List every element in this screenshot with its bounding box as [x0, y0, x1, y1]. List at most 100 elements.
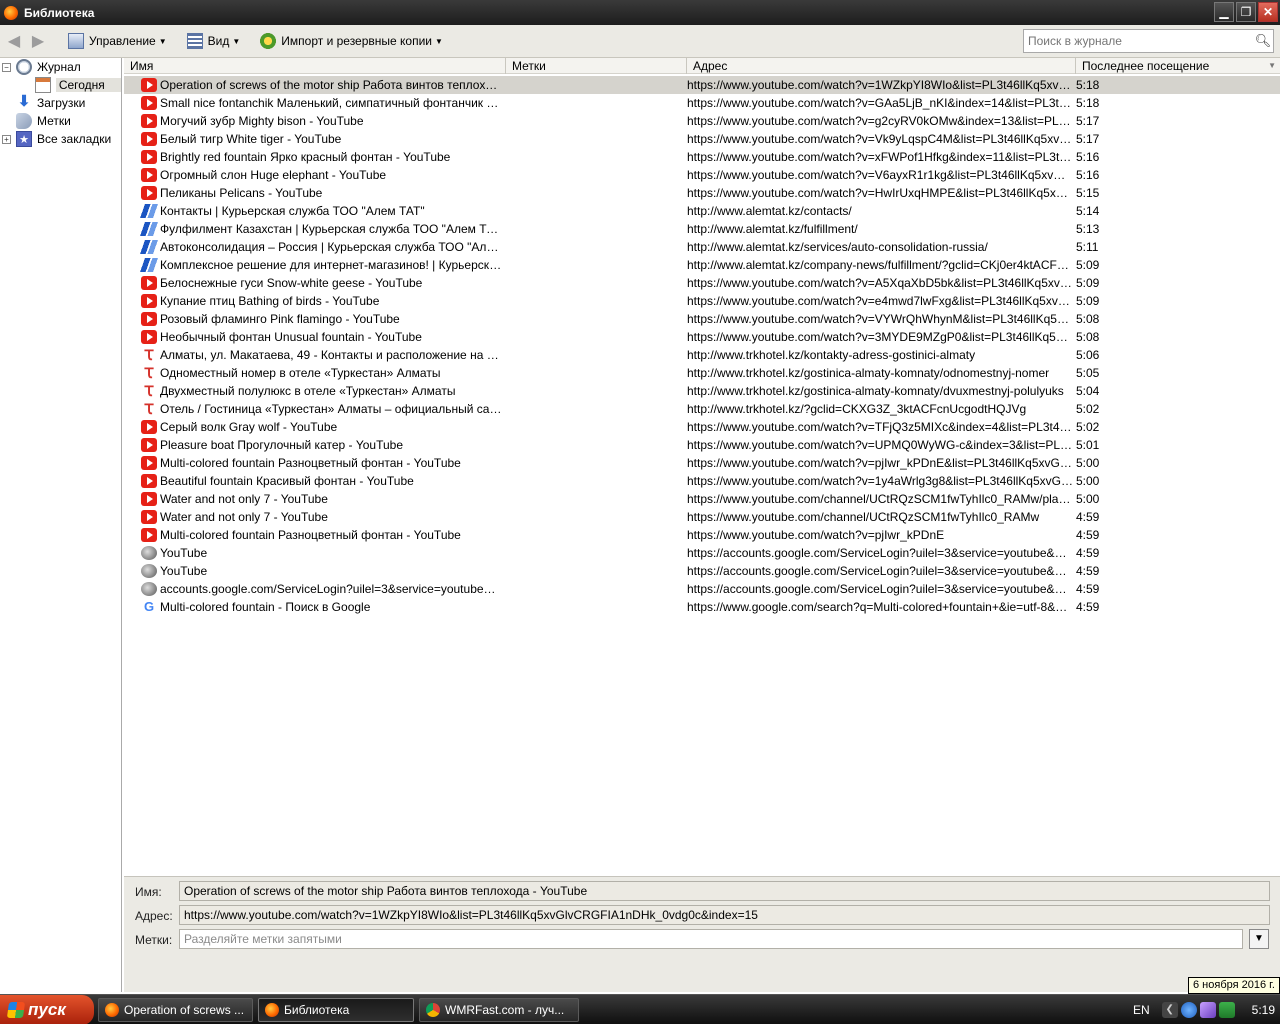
collapse-icon[interactable]: −: [2, 62, 11, 72]
sidebar-item-history[interactable]: − Журнал: [0, 58, 121, 76]
table-row[interactable]: Small nice fontanchik Маленький, симпати…: [124, 94, 1280, 112]
column-header-tags[interactable]: Метки: [505, 58, 686, 74]
table-row[interactable]: Купание птиц Bathing of birds - YouTube h…: [124, 292, 1280, 310]
row-address: https://accounts.google.com/ServiceLogin…: [687, 546, 1073, 560]
row-address: https://www.youtube.com/channel/UCtRQzSC…: [687, 510, 1040, 524]
tags-input[interactable]: Разделяйте метки запятыми: [179, 929, 1243, 949]
search-input[interactable]: [1024, 31, 1253, 51]
row-title: YouTube: [160, 564, 208, 578]
tray-expand-icon[interactable]: ❮: [1161, 1002, 1178, 1018]
column-header-address[interactable]: Адрес: [686, 58, 1075, 74]
row-last-visit: 5:17: [1076, 114, 1100, 128]
clock[interactable]: 5:19: [1252, 1003, 1275, 1017]
row-last-visit: 5:01: [1076, 438, 1100, 452]
network-icon[interactable]: [1180, 1002, 1197, 1018]
row-title: Multi-colored fountain - Поиск в Google: [160, 600, 371, 614]
table-row[interactable]: Ꚍ Двухместный полулюкс в отеле «Туркестан…: [124, 382, 1280, 400]
row-title: Water and not only 7 - YouTube: [160, 510, 328, 524]
row-address: https://www.youtube.com/watch?v=xFWPof1H…: [687, 150, 1073, 164]
row-title: Алматы, ул. Макатаева, 49 - Контакты и р…: [160, 348, 502, 362]
sort-descending-icon: ▼: [1268, 61, 1276, 70]
row-address: https://www.youtube.com/watch?v=GAa5LjB_…: [687, 96, 1073, 110]
taskbar-item-firefox-youtube[interactable]: Operation of screws ...: [98, 998, 253, 1022]
expand-icon[interactable]: +: [2, 134, 11, 144]
table-row[interactable]: YouTube https://accounts.google.com/Servi…: [124, 562, 1280, 580]
table-row[interactable]: G Multi-colored fountain - Поиск в Google…: [124, 598, 1280, 616]
table-row[interactable]: Operation of screws of the motor ship Ра…: [124, 76, 1280, 94]
sidebar-item-all-bookmarks[interactable]: + ★ Все закладки: [0, 130, 121, 148]
import-backup-menu-button[interactable]: Импорт и резервные копии ▼: [254, 29, 449, 53]
table-row[interactable]: Белоснежные гуси Snow-white geese - YouT…: [124, 274, 1280, 292]
maximize-button[interactable]: ❐: [1236, 2, 1256, 22]
column-header-last-visit[interactable]: Последнее посещение ▼: [1075, 58, 1280, 74]
table-row[interactable]: Огромный слон Huge elephant - YouTube htt…: [124, 166, 1280, 184]
app-tray-icon[interactable]: [1218, 1002, 1235, 1018]
sidebar-item-tags[interactable]: Метки: [0, 112, 121, 130]
row-title: Необычный фонтан Unusual fountain - YouT…: [160, 330, 422, 344]
table-row[interactable]: Multi-colored fountain Разноцветный фонт…: [124, 454, 1280, 472]
row-last-visit: 5:14: [1076, 204, 1100, 218]
pen-icon[interactable]: [1199, 1002, 1216, 1018]
table-row[interactable]: Ꚍ Алматы, ул. Макатаева, 49 - Контакты и …: [124, 346, 1280, 364]
table-row[interactable]: Water and not only 7 - YouTube https://ww…: [124, 508, 1280, 526]
row-title: Огромный слон Huge elephant - YouTube: [160, 168, 387, 182]
view-menu-button[interactable]: Вид ▼: [181, 29, 247, 53]
table-row[interactable]: Фулфилмент Казахстан | Курьерская служба…: [124, 220, 1280, 238]
row-last-visit: 5:08: [1076, 330, 1100, 344]
import-label: Импорт и резервные копии: [281, 34, 433, 48]
table-row[interactable]: Розовый фламинго Pink flamingo - YouTube…: [124, 310, 1280, 328]
name-label: Имя:: [135, 885, 162, 899]
row-address: http://www.alemtat.kz/company-news/fulfi…: [687, 258, 1073, 272]
table-row[interactable]: Ꚍ Одноместный номер в отеле «Туркестан» А…: [124, 364, 1280, 382]
chevron-down-icon: ▼: [232, 36, 241, 46]
window-controls: ▁ ❐ ✕: [1214, 2, 1278, 22]
table-row[interactable]: Water and not only 7 - YouTube https://ww…: [124, 490, 1280, 508]
table-row[interactable]: Brightly red fountain Ярко красный фонта…: [124, 148, 1280, 166]
manage-menu-button[interactable]: Управление ▼: [62, 29, 173, 53]
row-address: http://www.alemtat.kz/contacts/: [687, 204, 852, 218]
row-address: http://www.trkhotel.kz/?gclid=CKXG3Z_3kt…: [687, 402, 1027, 416]
search-icon[interactable]: 🔍︎: [1253, 33, 1273, 49]
table-row[interactable]: Ꚍ Отель / Гостиница «Туркестан» Алматы – …: [124, 400, 1280, 418]
row-title: Двухместный полулюкс в отеле «Туркестан»…: [160, 384, 456, 398]
table-row[interactable]: Комплексное решение для интернет-магазин…: [124, 256, 1280, 274]
row-last-visit: 5:02: [1076, 420, 1100, 434]
row-last-visit: 5:16: [1076, 150, 1100, 164]
address-field[interactable]: https://www.youtube.com/watch?v=1WZkpYI8…: [179, 905, 1270, 925]
row-address: https://www.youtube.com/watch?v=g2cyRV0k…: [687, 114, 1073, 128]
view-icon: [186, 33, 203, 49]
table-row[interactable]: Pleasure boat Прогулочный катер - YouTub…: [124, 436, 1280, 454]
minimize-button[interactable]: ▁: [1214, 2, 1234, 22]
table-row[interactable]: Белый тигр White tiger - YouTube https://…: [124, 130, 1280, 148]
language-indicator[interactable]: EN: [1133, 1003, 1150, 1017]
row-last-visit: 5:04: [1076, 384, 1100, 398]
table-row[interactable]: Могучий зубр Mighty bison - YouTube https…: [124, 112, 1280, 130]
table-row[interactable]: Контакты | Курьерская служба ТОО "Алем Т…: [124, 202, 1280, 220]
window-title: Библиотека: [24, 5, 95, 20]
column-header-name[interactable]: Имя: [124, 58, 505, 74]
start-button[interactable]: пуск: [0, 995, 94, 1024]
table-row[interactable]: Пеликаны Pelicans - YouTube https://www.y…: [124, 184, 1280, 202]
sidebar-item-today[interactable]: Сегодня: [0, 76, 121, 94]
tags-dropdown-button[interactable]: ▼: [1249, 929, 1269, 949]
back-arrow-icon[interactable]: ◀: [4, 31, 24, 51]
bookmarks-star-icon: ★: [16, 131, 32, 147]
table-row[interactable]: Multi-colored fountain Разноцветный фонт…: [124, 526, 1280, 544]
view-label: Вид: [207, 34, 230, 48]
name-field[interactable]: Operation of screws of the motor ship Ра…: [179, 881, 1270, 901]
calendar-icon: [35, 77, 51, 93]
table-row[interactable]: Серый волк Gray wolf - YouTube https://ww…: [124, 418, 1280, 436]
row-last-visit: 5:00: [1076, 456, 1100, 470]
table-row[interactable]: Beautiful fountain Красивый фонтан - You…: [124, 472, 1280, 490]
row-last-visit: 5:17: [1076, 132, 1100, 146]
table-row[interactable]: accounts.google.com/ServiceLogin?uilel=3…: [124, 580, 1280, 598]
taskbar-item-chrome-wmrfast[interactable]: WMRFast.com - луч...: [419, 998, 579, 1022]
forward-arrow-icon[interactable]: ▶: [28, 31, 48, 51]
close-button[interactable]: ✕: [1258, 2, 1278, 22]
taskbar-item-library[interactable]: Библиотека: [258, 998, 414, 1022]
table-row[interactable]: Автоконсолидация – Россия | Курьерская с…: [124, 238, 1280, 256]
row-title: Одноместный номер в отеле «Туркестан» Ал…: [160, 366, 441, 380]
sidebar-item-downloads[interactable]: ⬇ Загрузки: [0, 94, 121, 112]
table-row[interactable]: YouTube https://accounts.google.com/Servi…: [124, 544, 1280, 562]
table-row[interactable]: Необычный фонтан Unusual fountain - YouT…: [124, 328, 1280, 346]
